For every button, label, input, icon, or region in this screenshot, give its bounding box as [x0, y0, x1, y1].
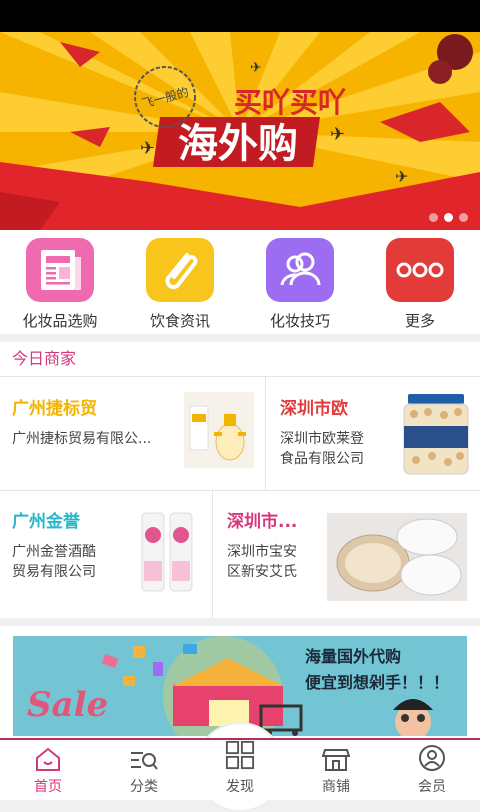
quick-item-label: 化妆品选购 [22, 312, 98, 330]
merchant-card[interactable]: 深圳市欧 深圳市欧莱登 食品有限公司 [266, 376, 480, 490]
tab-category[interactable]: 分类 [96, 740, 192, 800]
svg-text:✈: ✈ [330, 124, 345, 145]
quick-item-label: 饮食资讯 [149, 312, 210, 330]
merchant-card[interactable]: 深圳市... 深圳市宝安 区新安艾氏 [213, 491, 480, 618]
bottom-tab-bar: 首页 分类 发现 商铺 会员 [0, 738, 480, 800]
quick-item-food[interactable]: 饮食资讯 [120, 230, 240, 334]
shop-icon [322, 749, 350, 771]
merchant-thumbnail [184, 392, 254, 468]
users-icon [266, 238, 334, 302]
quick-item-tips[interactable]: 化妆技巧 [240, 230, 360, 334]
merchant-name: 深圳市欧 [280, 399, 348, 419]
ad-line2: 便宜到想剁手！！！ [305, 673, 449, 692]
merchant-desc: 广州捷标贸易有限公... [12, 431, 152, 447]
status-bar [0, 0, 480, 32]
ad-line1: 海量国外代购 [305, 647, 401, 666]
ad-sale-text: Sale [27, 685, 108, 725]
tab-label: 会员 [418, 779, 446, 795]
quick-item-cosmetics[interactable]: 化妆品选购 [0, 230, 120, 334]
merchant-thumbnail [400, 390, 472, 476]
user-icon [419, 745, 445, 771]
section-title: 今日商家 [12, 349, 77, 368]
merchant-desc-line: 深圳市宝安 [227, 544, 297, 560]
tab-home[interactable]: 首页 [0, 740, 96, 800]
merchant-name: 深圳市... [227, 512, 298, 532]
merchant-desc-line: 区新安艾氏 [227, 564, 297, 580]
tab-label: 发现 [226, 779, 254, 795]
tab-label: 首页 [34, 779, 62, 795]
merchant-card[interactable]: 广州金誉 广州金誉酒酷 贸易有限公司 [0, 491, 212, 618]
carousel-dot[interactable] [459, 213, 468, 222]
newspaper-icon [26, 238, 94, 302]
carousel-dot[interactable] [429, 213, 438, 222]
tab-member[interactable]: 会员 [384, 740, 480, 800]
tab-discover[interactable]: 发现 [192, 740, 288, 800]
svg-text:✈: ✈ [250, 60, 262, 76]
merchant-desc-line: 贸易有限公司 [12, 564, 96, 580]
carousel-dot-active[interactable] [444, 213, 453, 222]
quick-item-more[interactable]: 更多 [360, 230, 480, 334]
quick-menu: 化妆品选购 饮食资讯 化妆技巧 更多 [0, 230, 480, 334]
merchant-desc: 深圳市宝安 区新安艾氏 [227, 542, 327, 582]
tab-label: 分类 [130, 779, 158, 795]
quick-item-label: 化妆技巧 [269, 312, 330, 330]
home-icon [36, 747, 60, 771]
paperclip-icon [146, 238, 214, 302]
carousel-dots [429, 213, 468, 222]
tab-label: 商铺 [322, 779, 350, 795]
merchant-card[interactable]: 广州捷标贸 广州捷标贸易有限公... [0, 376, 265, 490]
merchant-desc-line: 广州金誉酒酷 [12, 544, 96, 560]
banner-art: 海外购 买吖买吖 飞一般的 ✈ ✈ ✈ ✈ [0, 32, 480, 230]
more-dots-icon [386, 238, 454, 302]
merchant-name: 广州捷标贸 [12, 399, 97, 419]
svg-text:✈: ✈ [140, 138, 155, 159]
merchant-thumbnail [140, 511, 196, 593]
merchant-desc: 深圳市欧莱登 食品有限公司 [280, 429, 398, 469]
promo-banner[interactable]: 海外购 买吖买吖 飞一般的 ✈ ✈ ✈ ✈ [0, 32, 480, 230]
tab-shop[interactable]: 商铺 [288, 740, 384, 800]
merchant-grid: 广州捷标贸 广州捷标贸易有限公... 深圳市欧 深圳市欧莱登 食品有限公司 广州… [0, 376, 480, 618]
ad-banner[interactable]: Sale 海量国外代购 便宜到想剁手！！！ [13, 636, 467, 736]
merchant-desc-line: 深圳市欧莱登 [280, 431, 364, 447]
merchant-desc-line: 食品有限公司 [280, 451, 364, 467]
quick-item-label: 更多 [404, 312, 435, 330]
merchant-thumbnail [327, 513, 467, 601]
grid-icon [225, 740, 255, 770]
banner-headline: 海外购 [178, 121, 298, 167]
merchant-desc: 广州金誉酒酷 贸易有限公司 [12, 542, 132, 582]
category-search-icon [131, 752, 158, 770]
svg-text:✈: ✈ [395, 167, 408, 186]
banner-subheadline: 买吖买吖 [234, 86, 346, 119]
today-merchants-section: 今日商家 广州捷标贸 广州捷标贸易有限公... 深圳市欧 深圳市欧莱登 食品有限… [0, 342, 480, 618]
merchant-name: 广州金誉 [12, 512, 80, 532]
